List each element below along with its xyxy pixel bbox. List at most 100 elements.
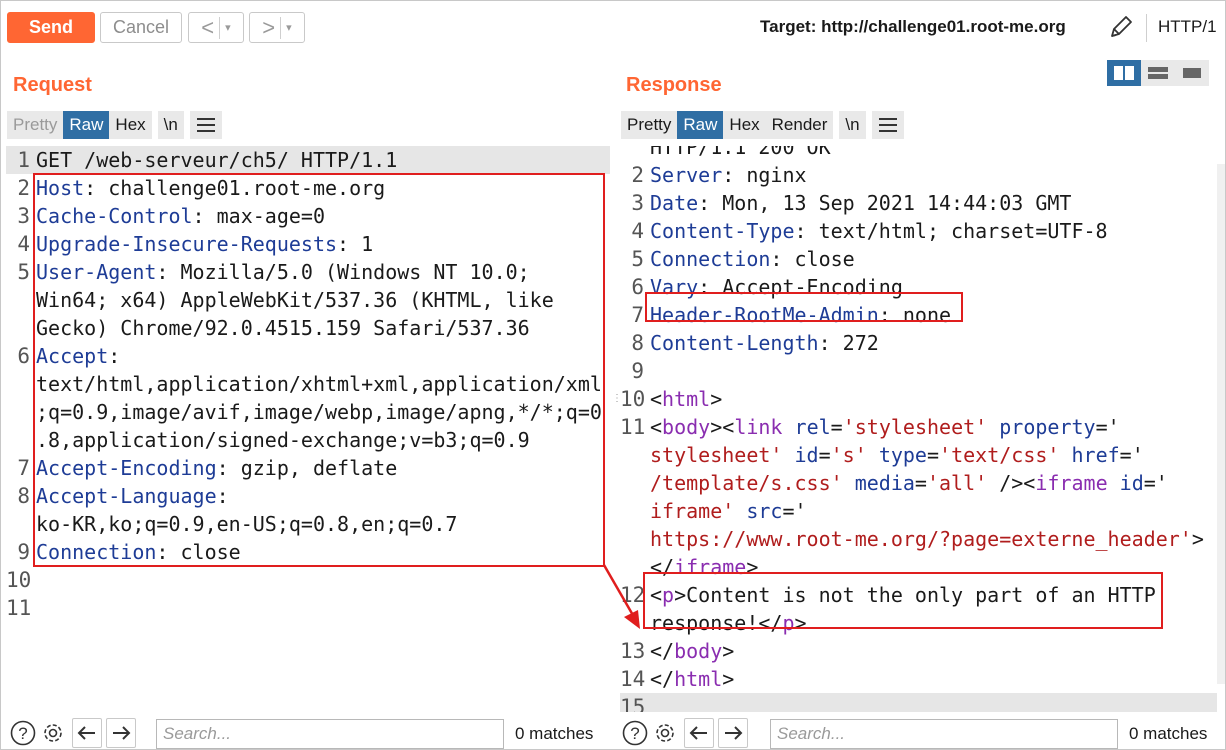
- code-token: : close: [770, 247, 855, 271]
- code-line[interactable]: 8 Content-Length: 272: [620, 329, 1217, 357]
- code-line[interactable]: https://www.root-me.org/?page=externe_he…: [620, 525, 1217, 553]
- next-match-button[interactable]: [106, 718, 136, 748]
- newline-toggle[interactable]: \n: [157, 111, 184, 139]
- splitter-grip[interactable]: ⋮: [612, 394, 622, 414]
- gear-icon[interactable]: [650, 718, 680, 748]
- code-token: link: [734, 415, 783, 439]
- code-text: Content-Type: text/html; charset=UTF-8: [650, 217, 1108, 245]
- code-token: stylesheet': [650, 443, 783, 467]
- code-text: iframe' src=': [650, 497, 807, 525]
- back-arrow-icon: <: [201, 14, 215, 40]
- code-token: 'all': [926, 471, 988, 495]
- line-number: 10: [620, 387, 646, 411]
- response-scrollbar[interactable]: [1217, 164, 1225, 684]
- line-number: 7: [631, 303, 644, 327]
- response-footer: ?: [620, 716, 748, 750]
- side-by-side-layout-icon[interactable]: [1107, 60, 1141, 86]
- code-line[interactable]: 13 </body>: [620, 637, 1217, 665]
- code-token: >: [1191, 527, 1204, 551]
- code-line[interactable]: /template/s.css' media='all' /><iframe i…: [620, 469, 1217, 497]
- svg-text:?: ?: [18, 724, 27, 743]
- code-token: =: [830, 415, 843, 439]
- code-line[interactable]: 5 Connection: close: [620, 245, 1217, 273]
- code-token: GET /web-serveur/ch5/ HTTP/1.1: [36, 148, 398, 172]
- code-text: HTTP/1.1 200 OK: [650, 146, 831, 161]
- code-text: stylesheet' id='s' type='text/css' href=…: [650, 441, 1144, 469]
- code-token: >: [710, 387, 723, 411]
- code-token: >: [722, 639, 735, 663]
- send-button[interactable]: Send: [7, 12, 95, 43]
- help-icon[interactable]: ?: [8, 718, 38, 748]
- code-token: =': [1143, 471, 1168, 495]
- tab-pretty[interactable]: Pretty: [7, 111, 64, 139]
- code-line[interactable]: 11: [6, 594, 610, 622]
- arrow-right-icon: [725, 726, 743, 740]
- forward-arrow-icon: >: [262, 14, 276, 40]
- code-text: </html>: [650, 665, 734, 693]
- response-view-tabs: Pretty Raw Hex Render \n: [621, 111, 904, 139]
- code-token: https://www.root-me.org/?page=externe_he…: [650, 527, 1192, 551]
- response-search-input[interactable]: [771, 720, 1117, 748]
- line-number: 8: [631, 331, 644, 355]
- code-line[interactable]: 2 Server: nginx: [620, 161, 1217, 189]
- code-text: GET /web-serveur/ch5/ HTTP/1.1: [36, 146, 397, 174]
- menu-icon[interactable]: [871, 111, 904, 139]
- previous-match-button[interactable]: [684, 718, 714, 748]
- pencil-icon[interactable]: [1106, 12, 1136, 42]
- code-line[interactable]: 10: [6, 566, 610, 594]
- code-line[interactable]: stylesheet' id='s' type='text/css' href=…: [620, 441, 1217, 469]
- tab-raw[interactable]: Raw: [63, 111, 110, 139]
- back-history-button[interactable]: < ▾: [188, 12, 244, 43]
- code-token: iframe: [1035, 471, 1108, 495]
- annotation-arrow: [602, 564, 640, 629]
- code-token: ><: [710, 415, 735, 439]
- request-search-input[interactable]: [157, 720, 503, 748]
- tab-raw[interactable]: Raw: [677, 111, 724, 139]
- code-token: href: [1071, 443, 1120, 467]
- code-line[interactable]: 9: [620, 357, 1217, 385]
- code-token: property: [999, 415, 1096, 439]
- gear-icon[interactable]: [38, 718, 68, 748]
- tabbed-layout-icon[interactable]: [1175, 60, 1209, 86]
- code-token: id: [794, 443, 819, 467]
- code-line[interactable]: 11 <body><link rel='stylesheet' property=…: [620, 413, 1217, 441]
- next-match-button[interactable]: [718, 718, 748, 748]
- code-line[interactable]: 14 </html>: [620, 665, 1217, 693]
- tab-pretty[interactable]: Pretty: [621, 111, 678, 139]
- code-line[interactable]: 3 Date: Mon, 13 Sep 2021 14:44:03 GMT: [620, 189, 1217, 217]
- previous-match-button[interactable]: [72, 718, 102, 748]
- code-token: =': [1095, 415, 1120, 439]
- chevron-down-icon[interactable]: ▾: [286, 21, 292, 34]
- code-line[interactable]: 10 <html>: [620, 385, 1217, 413]
- tab-hex[interactable]: Hex: [109, 111, 152, 139]
- code-line[interactable]: 15: [620, 693, 1217, 712]
- help-icon[interactable]: ?: [620, 718, 650, 748]
- tab-hex[interactable]: Hex: [723, 111, 766, 139]
- code-line[interactable]: 4 Content-Type: text/html; charset=UTF-8: [620, 217, 1217, 245]
- chevron-down-icon[interactable]: ▾: [225, 21, 231, 34]
- code-token: 'text/css': [939, 443, 1060, 467]
- tab-render[interactable]: Render: [765, 111, 834, 139]
- code-token: </: [650, 667, 675, 691]
- code-token: id: [1119, 471, 1144, 495]
- code-token: <: [650, 387, 663, 411]
- code-token: 'stylesheet': [842, 415, 988, 439]
- http-version-label[interactable]: HTTP/1: [1158, 17, 1217, 37]
- line-number: 6: [17, 344, 30, 368]
- code-line[interactable]: iframe' src=': [620, 497, 1217, 525]
- cancel-button[interactable]: Cancel: [100, 12, 182, 43]
- code-line[interactable]: HTTP/1.1 200 OK: [620, 146, 1217, 161]
- line-number: 11: [620, 415, 646, 439]
- divider: [219, 16, 221, 39]
- code-token: html: [674, 667, 723, 691]
- forward-history-button[interactable]: > ▾: [249, 12, 305, 43]
- stacked-layout-icon[interactable]: [1141, 60, 1175, 86]
- code-line[interactable]: 1 GET /web-serveur/ch5/ HTTP/1.1: [6, 146, 610, 174]
- code-token: Content-Length: [650, 331, 819, 355]
- menu-icon[interactable]: [189, 111, 222, 139]
- newline-toggle[interactable]: \n: [839, 111, 866, 139]
- code-token: >: [722, 667, 735, 691]
